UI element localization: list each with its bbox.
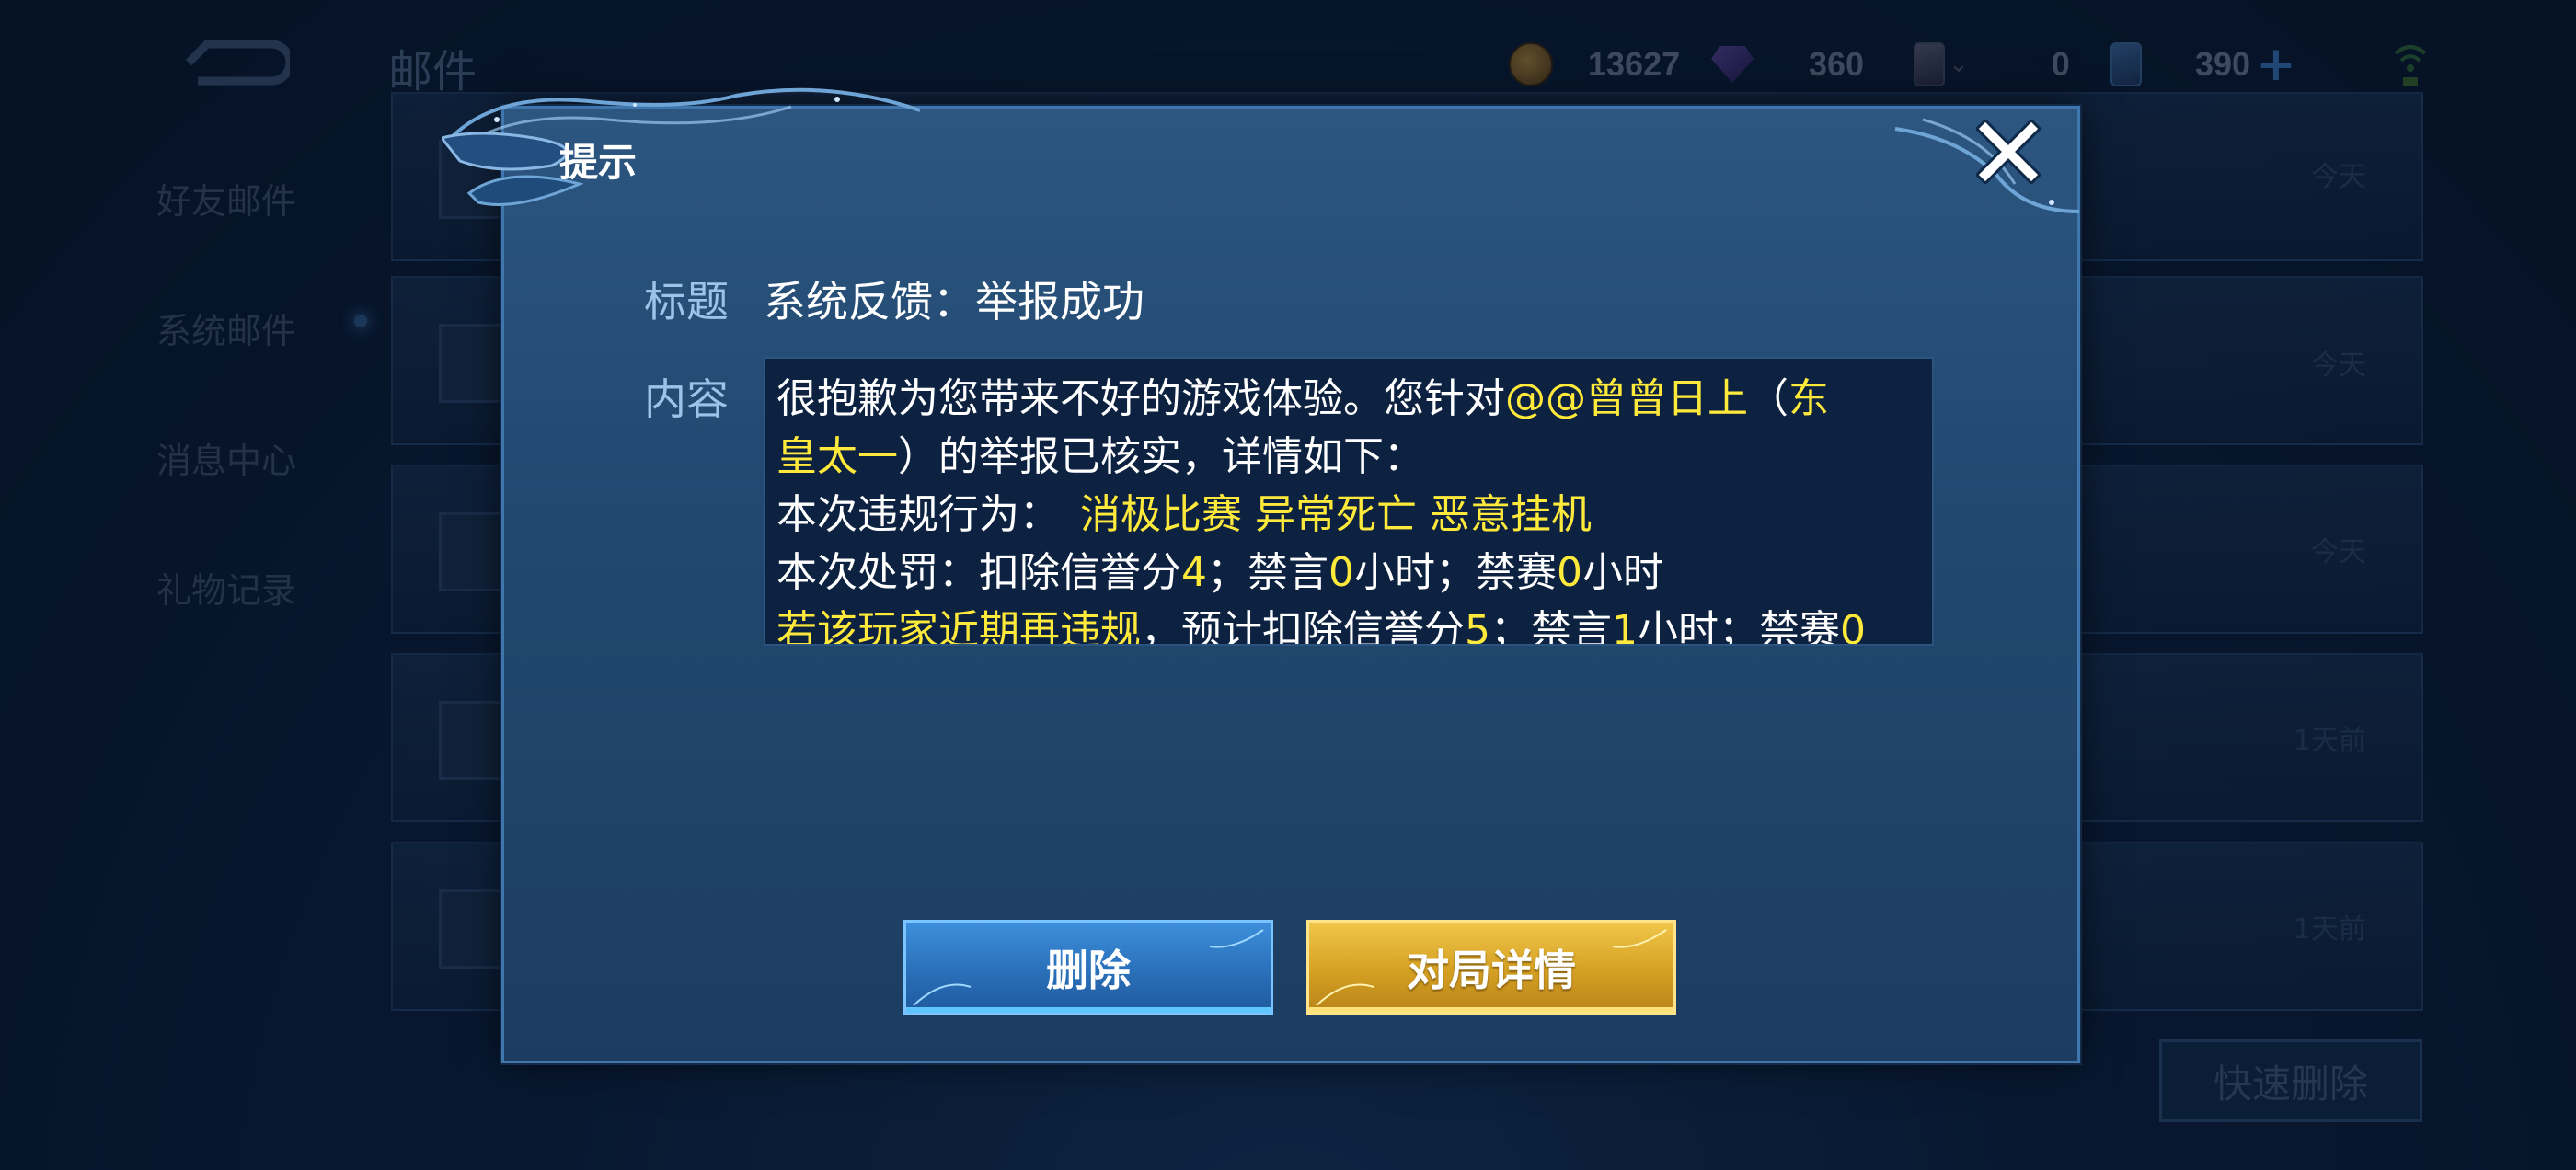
ban-hours: 0 (1557, 549, 1582, 596)
subject-label: 标题 (644, 277, 729, 327)
close-icon[interactable] (1976, 120, 2041, 184)
match-detail-button-label: 对局详情 (1407, 946, 1576, 995)
credit-deduction: 4 (1181, 549, 1207, 596)
reported-player-name: @@曾曾日上 (1505, 375, 1748, 422)
reported-hero-name: 东 (1788, 375, 1829, 422)
mute-hours: 1 (1612, 607, 1638, 646)
content-line: 本次处罚：扣除信誉分4；禁言0小时；禁赛0小时 (776, 544, 1926, 602)
dialog-title: 提示 (559, 140, 638, 185)
content-text: 小时 (1582, 549, 1663, 596)
content-text: ，预计扣除信誉分 (1141, 607, 1465, 646)
mail-content: 很抱歉为您带来不好的游戏体验。您针对@@曾曾日上（东 皇太一）的举报已核实，详情… (776, 370, 1926, 646)
reported-hero-name: 皇太一 (776, 433, 898, 480)
credit-deduction: 5 (1465, 607, 1490, 646)
content-text: 若该玩家近期再违规 (776, 607, 1141, 646)
content-line: 若该玩家近期再违规，预计扣除信誉分5；禁言1小时；禁赛0 (776, 602, 1926, 646)
ban-hours: 0 (1840, 607, 1866, 646)
content-line: 皇太一）的举报已核实，详情如下： (776, 428, 1926, 486)
content-text: 很抱歉为您带来不好的游戏体验。您针对 (776, 375, 1505, 422)
content-line: 本次违规行为： 消极比赛 异常死亡 恶意挂机 (776, 486, 1926, 544)
game-screen: 邮件 13627 360 ⌄ 0 390 + 好友邮件 系统邮件 消息中心 礼物… (0, 0, 2576, 1170)
content-text: ；禁言 (1207, 549, 1328, 596)
content-text: 小时；禁赛 (1638, 607, 1840, 646)
content-text: （ (1748, 375, 1788, 422)
content-text: 本次违规行为： (776, 491, 1060, 538)
mail-content-scroll[interactable]: 很抱歉为您带来不好的游戏体验。您针对@@曾曾日上（东 皇太一）的举报已核实，详情… (764, 357, 1934, 646)
content-text: 小时；禁赛 (1354, 549, 1557, 596)
content-label: 内容 (644, 374, 729, 424)
delete-button[interactable]: 删除 (903, 920, 1273, 1015)
content-text: ）的举报已核实，详情如下： (898, 433, 1424, 480)
cloud-ornament-icon (442, 87, 921, 206)
content-text: 本次处罚：扣除信誉分 (776, 549, 1181, 596)
content-text: ；禁言 (1490, 607, 1612, 646)
match-detail-button[interactable]: 对局详情 (1306, 920, 1676, 1015)
mail-subject: 系统反馈：举报成功 (764, 277, 1144, 327)
violation-types: 消极比赛 异常死亡 恶意挂机 (1080, 491, 1592, 538)
content-line: 很抱歉为您带来不好的游戏体验。您针对@@曾曾日上（东 (776, 370, 1926, 428)
delete-button-label: 删除 (1046, 946, 1131, 995)
mute-hours: 0 (1328, 549, 1354, 596)
